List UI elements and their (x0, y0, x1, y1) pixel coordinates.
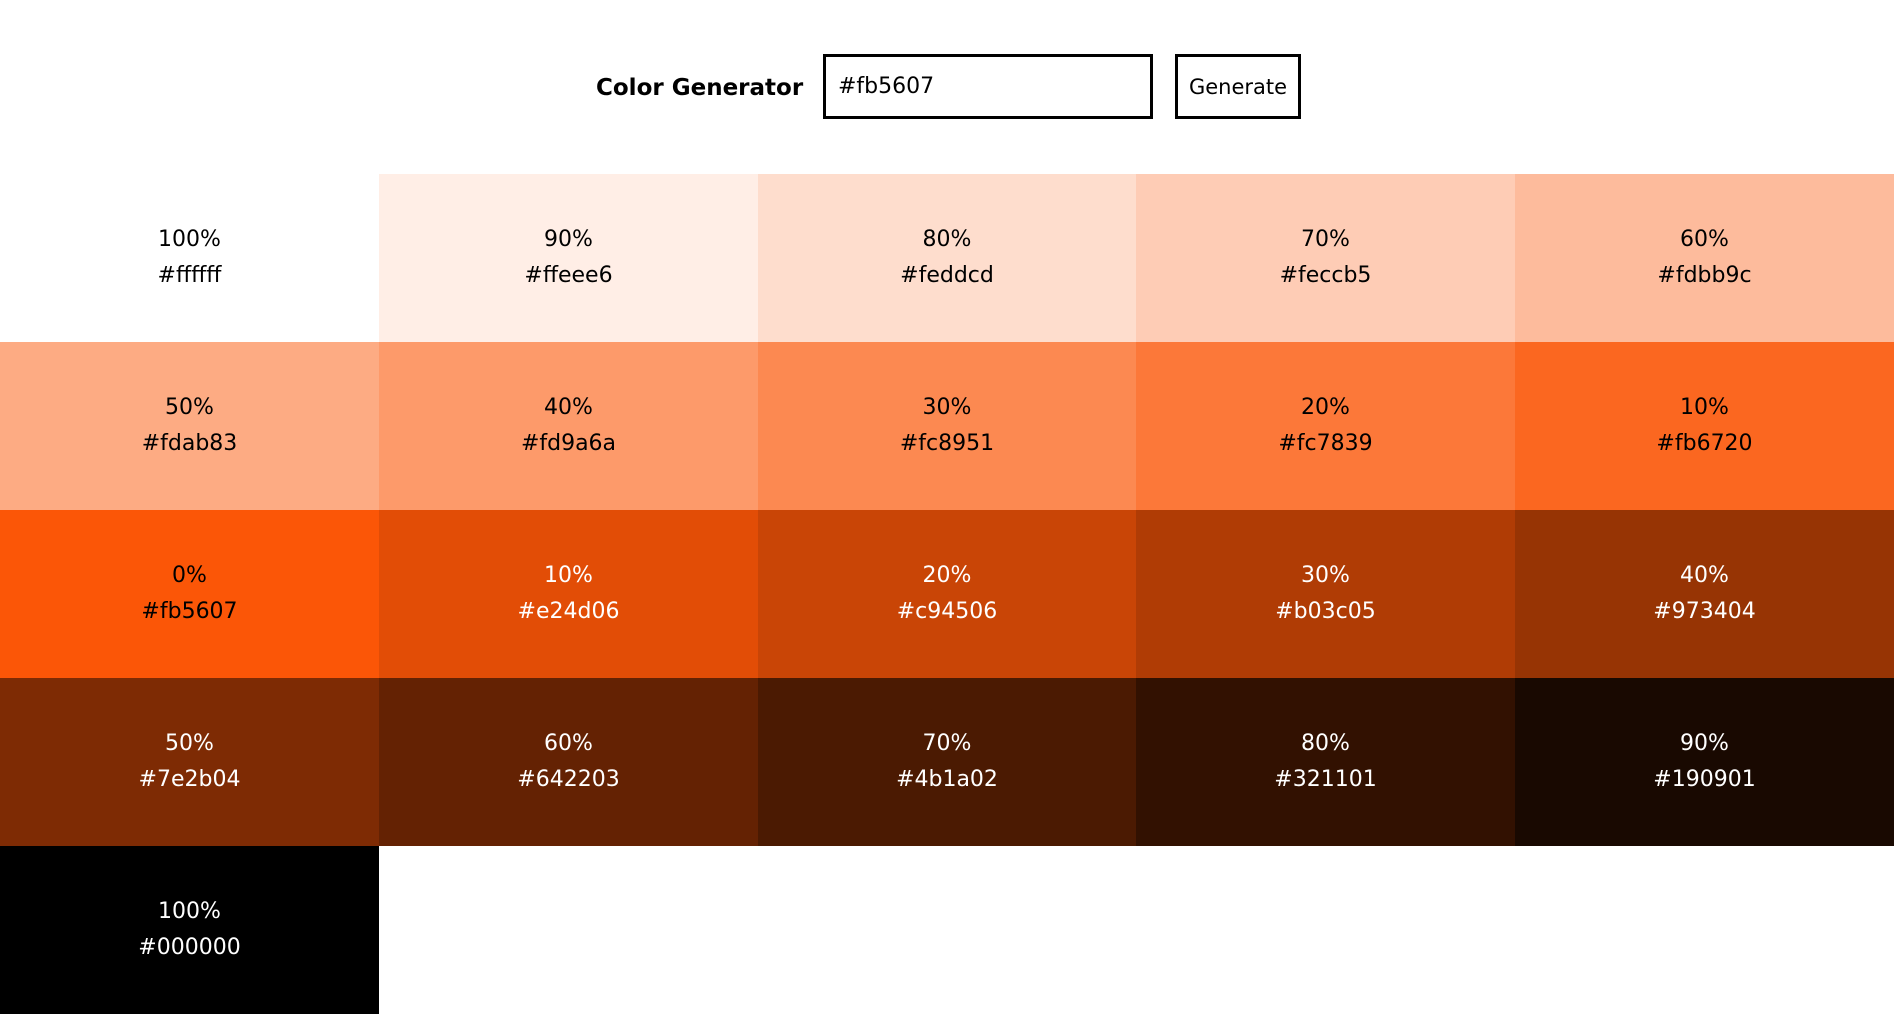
swatch-percent: 80% (922, 227, 972, 252)
swatch-percent: 100% (158, 227, 221, 252)
swatch-hex: #fc8951 (899, 431, 995, 456)
swatch-percent: 100% (158, 899, 221, 924)
swatch-percent: 0% (172, 563, 207, 588)
swatch-grid: 100% #ffffff 90% #ffeee6 80% #feddcd 70% #feccb… (0, 174, 1894, 1014)
swatch-hex: #973404 (1653, 599, 1756, 624)
color-swatch[interactable]: 20% #fc7839 (1136, 342, 1515, 510)
swatch-percent: 50% (165, 395, 214, 420)
color-swatch[interactable]: 30% #fc8951 (758, 342, 1136, 510)
color-swatch[interactable]: 70% #feccb5 (1136, 174, 1515, 342)
swatch-hex: #fdbb9c (1657, 263, 1752, 288)
swatch-percent: 10% (1680, 395, 1729, 420)
swatch-percent: 10% (544, 563, 593, 588)
swatch-hex: #190901 (1653, 767, 1756, 792)
swatch-percent: 40% (1680, 563, 1729, 588)
swatch-hex: #000000 (138, 935, 241, 960)
swatch-percent: 50% (165, 731, 214, 756)
swatch-percent: 70% (1301, 227, 1350, 252)
color-swatch[interactable]: 30% #b03c05 (1136, 510, 1515, 678)
swatch-percent: 30% (1301, 563, 1350, 588)
swatch-hex: #ffeee6 (524, 263, 613, 288)
swatch-percent: 60% (544, 731, 593, 756)
swatch-percent: 20% (1301, 395, 1350, 420)
generate-button[interactable]: Generate (1175, 54, 1301, 119)
color-swatch[interactable]: 50% #7e2b04 (0, 678, 379, 846)
color-swatch[interactable]: 90% #ffeee6 (379, 174, 758, 342)
swatch-percent: 90% (1680, 731, 1729, 756)
color-swatch[interactable]: 90% #190901 (1515, 678, 1894, 846)
swatch-hex: #fb6720 (1656, 431, 1753, 456)
swatch-hex: #b03c05 (1275, 599, 1376, 624)
swatch-percent: 40% (544, 395, 593, 420)
color-swatch[interactable]: 60% #fdbb9c (1515, 174, 1894, 342)
swatch-percent: 70% (922, 731, 972, 756)
swatch-hex: #fdab83 (141, 431, 238, 456)
color-swatch[interactable]: 70% #4b1a02 (758, 678, 1136, 846)
swatch-hex: #321101 (1274, 767, 1377, 792)
hex-color-input[interactable] (823, 54, 1153, 119)
swatch-hex: #fc7839 (1278, 431, 1373, 456)
swatch-hex: #fd9a6a (520, 431, 617, 456)
swatch-percent: 30% (922, 395, 972, 420)
color-swatch[interactable]: 10% #fb6720 (1515, 342, 1894, 510)
color-swatch[interactable]: 80% #321101 (1136, 678, 1515, 846)
color-swatch[interactable]: 40% #fd9a6a (379, 342, 758, 510)
swatch-hex: #feddcd (900, 263, 994, 288)
page-title: Color Generator (596, 75, 804, 101)
swatch-hex: #4b1a02 (896, 767, 998, 792)
color-swatch[interactable]: 10% #e24d06 (379, 510, 758, 678)
color-swatch[interactable]: 40% #973404 (1515, 510, 1894, 678)
generator-header: Color Generator Generate (0, 0, 1894, 174)
color-swatch[interactable]: 60% #642203 (379, 678, 758, 846)
swatch-hex: #ffffff (157, 263, 222, 288)
swatch-hex: #e24d06 (517, 599, 620, 624)
swatch-hex: #feccb5 (1279, 263, 1372, 288)
swatch-hex: #c94506 (896, 599, 998, 624)
swatch-hex: #fb5607 (141, 599, 238, 624)
color-swatch[interactable]: 80% #feddcd (758, 174, 1136, 342)
swatch-percent: 60% (1680, 227, 1729, 252)
color-swatch[interactable]: 100% #ffffff (0, 174, 379, 342)
color-swatch[interactable]: 50% #fdab83 (0, 342, 379, 510)
swatch-hex: #642203 (517, 767, 620, 792)
color-swatch[interactable]: 20% #c94506 (758, 510, 1136, 678)
swatch-percent: 20% (922, 563, 972, 588)
color-swatch[interactable]: 100% #000000 (0, 846, 379, 1014)
color-swatch[interactable]: 0% #fb5607 (0, 510, 379, 678)
swatch-percent: 80% (1301, 731, 1350, 756)
swatch-percent: 90% (544, 227, 593, 252)
swatch-hex: #7e2b04 (138, 767, 241, 792)
